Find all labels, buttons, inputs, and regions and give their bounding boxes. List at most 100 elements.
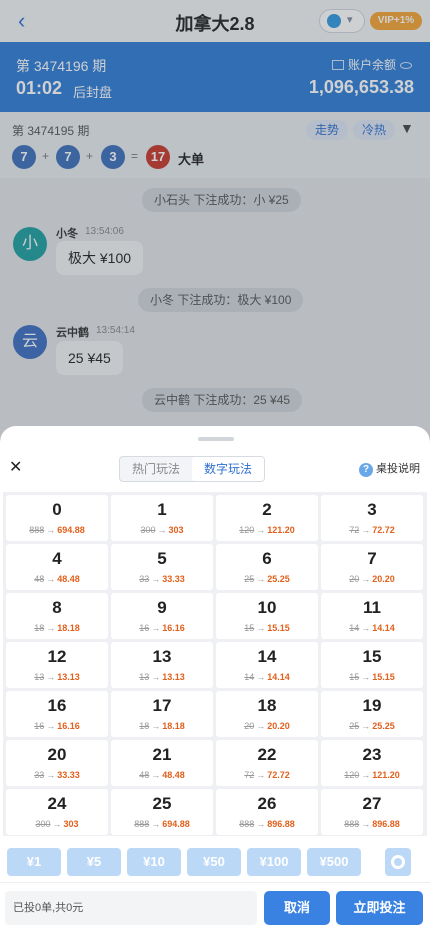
submit-bet-button[interactable]: 立即投注: [336, 891, 423, 925]
old-odds: 16: [139, 623, 150, 633]
cell-number: 4: [52, 549, 62, 568]
cell-number: 15: [362, 647, 382, 666]
new-odds: 16.16: [57, 721, 80, 731]
arrow-right-icon: →: [256, 819, 266, 829]
old-odds: 14: [349, 623, 360, 633]
cell-number: 25: [152, 794, 172, 813]
number-cell[interactable]: 8 18 → 18.18: [6, 593, 108, 639]
number-cell[interactable]: 11 14 → 14.14: [321, 593, 423, 639]
amount-chip[interactable]: ¥1: [7, 848, 61, 876]
arrow-right-icon: →: [157, 525, 167, 535]
bet-footer: 已投0单,共0元 取消 立即投注: [0, 882, 430, 932]
amount-chip[interactable]: ¥50: [187, 848, 241, 876]
arrow-right-icon: →: [151, 819, 161, 829]
cell-odds: 18 → 18.18: [6, 623, 108, 633]
number-cell[interactable]: 7 20 → 20.20: [321, 544, 423, 590]
new-odds: 33.33: [162, 574, 185, 584]
new-odds: 72.72: [267, 770, 290, 780]
cell-number: 1: [157, 500, 167, 519]
number-cell[interactable]: 17 18 → 18.18: [111, 691, 213, 737]
arrow-right-icon: →: [256, 672, 266, 682]
cell-odds: 13 → 13.13: [6, 672, 108, 682]
old-odds: 120: [239, 525, 255, 535]
cell-number: 7: [367, 549, 377, 568]
number-cell[interactable]: 2 120 → 121.20: [216, 495, 318, 541]
modal-backdrop[interactable]: [0, 0, 430, 438]
cell-odds: 33 → 33.33: [6, 770, 108, 780]
new-odds: 303: [168, 525, 184, 535]
amount-chip[interactable]: ¥10: [127, 848, 181, 876]
arrow-right-icon: →: [361, 623, 371, 633]
new-odds: 48.48: [57, 574, 80, 584]
number-cell[interactable]: 9 16 → 16.16: [111, 593, 213, 639]
arrow-right-icon: →: [256, 623, 266, 633]
cell-number: 20: [47, 745, 67, 764]
number-cell[interactable]: 20 33 → 33.33: [6, 740, 108, 786]
close-icon[interactable]: ✕: [9, 457, 22, 477]
help-link[interactable]: ? 桌投说明: [359, 460, 420, 477]
amount-chip[interactable]: ¥500: [307, 848, 361, 876]
cell-odds: 48 → 48.48: [111, 770, 213, 780]
old-odds: 72: [349, 525, 360, 535]
number-cell[interactable]: 15 15 → 15.15: [321, 642, 423, 688]
arrow-right-icon: →: [151, 770, 161, 780]
number-cell[interactable]: 0 888 → 694.88: [6, 495, 108, 541]
cell-number: 22: [257, 745, 277, 764]
number-cell[interactable]: 10 15 → 15.15: [216, 593, 318, 639]
drag-handle[interactable]: [198, 437, 234, 441]
bet-sheet: ✕ 热门玩法 数字玩法 ? 桌投说明 0 888 → 694.88 1 300 → 303 2 12…: [0, 426, 430, 932]
number-cell[interactable]: 19 25 → 25.25: [321, 691, 423, 737]
arrow-right-icon: →: [361, 525, 371, 535]
number-cell[interactable]: 23 120 → 121.20: [321, 740, 423, 786]
old-odds: 18: [34, 623, 45, 633]
arrow-right-icon: →: [256, 721, 266, 731]
number-cell[interactable]: 26 888 → 896.88: [216, 789, 318, 835]
arrow-right-icon: →: [256, 525, 266, 535]
cell-odds: 16 → 16.16: [6, 721, 108, 731]
cell-number: 8: [52, 598, 62, 617]
tab-number-play[interactable]: 数字玩法: [192, 457, 264, 481]
number-cell[interactable]: 18 20 → 20.20: [216, 691, 318, 737]
number-cell[interactable]: 1 300 → 303: [111, 495, 213, 541]
number-cell[interactable]: 5 33 → 33.33: [111, 544, 213, 590]
gear-icon: [391, 855, 405, 869]
number-cell[interactable]: 14 14 → 14.14: [216, 642, 318, 688]
number-cell[interactable]: 16 16 → 16.16: [6, 691, 108, 737]
cell-odds: 300 → 303: [111, 525, 213, 535]
cell-number: 24: [47, 794, 67, 813]
number-cell[interactable]: 13 13 → 13.13: [111, 642, 213, 688]
number-cell[interactable]: 24 300 → 303: [6, 789, 108, 835]
number-cell[interactable]: 27 888 → 896.88: [321, 789, 423, 835]
number-cell[interactable]: 21 48 → 48.48: [111, 740, 213, 786]
number-cell[interactable]: 12 13 → 13.13: [6, 642, 108, 688]
new-odds: 48.48: [162, 770, 185, 780]
cell-odds: 888 → 694.88: [6, 525, 108, 535]
amount-chip[interactable]: ¥100: [247, 848, 301, 876]
cell-odds: 14 → 14.14: [321, 623, 423, 633]
new-odds: 14.14: [372, 623, 395, 633]
cell-number: 6: [262, 549, 272, 568]
amount-chip[interactable]: ¥5: [67, 848, 121, 876]
cell-odds: 25 → 25.25: [321, 721, 423, 731]
cell-number: 16: [47, 696, 67, 715]
new-odds: 16.16: [162, 623, 185, 633]
cancel-button[interactable]: 取消: [264, 891, 330, 925]
settings-button[interactable]: [385, 848, 411, 876]
new-odds: 15.15: [372, 672, 395, 682]
tab-hot-play[interactable]: 热门玩法: [120, 457, 192, 481]
old-odds: 888: [29, 525, 45, 535]
cell-odds: 72 → 72.72: [321, 525, 423, 535]
old-odds: 15: [244, 623, 255, 633]
number-cell[interactable]: 3 72 → 72.72: [321, 495, 423, 541]
new-odds: 694.88: [162, 819, 190, 829]
number-cell[interactable]: 25 888 → 694.88: [111, 789, 213, 835]
number-cell[interactable]: 4 48 → 48.48: [6, 544, 108, 590]
arrow-right-icon: →: [151, 623, 161, 633]
new-odds: 33.33: [57, 770, 80, 780]
arrow-right-icon: →: [151, 574, 161, 584]
number-cell[interactable]: 22 72 → 72.72: [216, 740, 318, 786]
cell-odds: 120 → 121.20: [216, 525, 318, 535]
cell-odds: 72 → 72.72: [216, 770, 318, 780]
arrow-right-icon: →: [46, 672, 56, 682]
number-cell[interactable]: 6 25 → 25.25: [216, 544, 318, 590]
